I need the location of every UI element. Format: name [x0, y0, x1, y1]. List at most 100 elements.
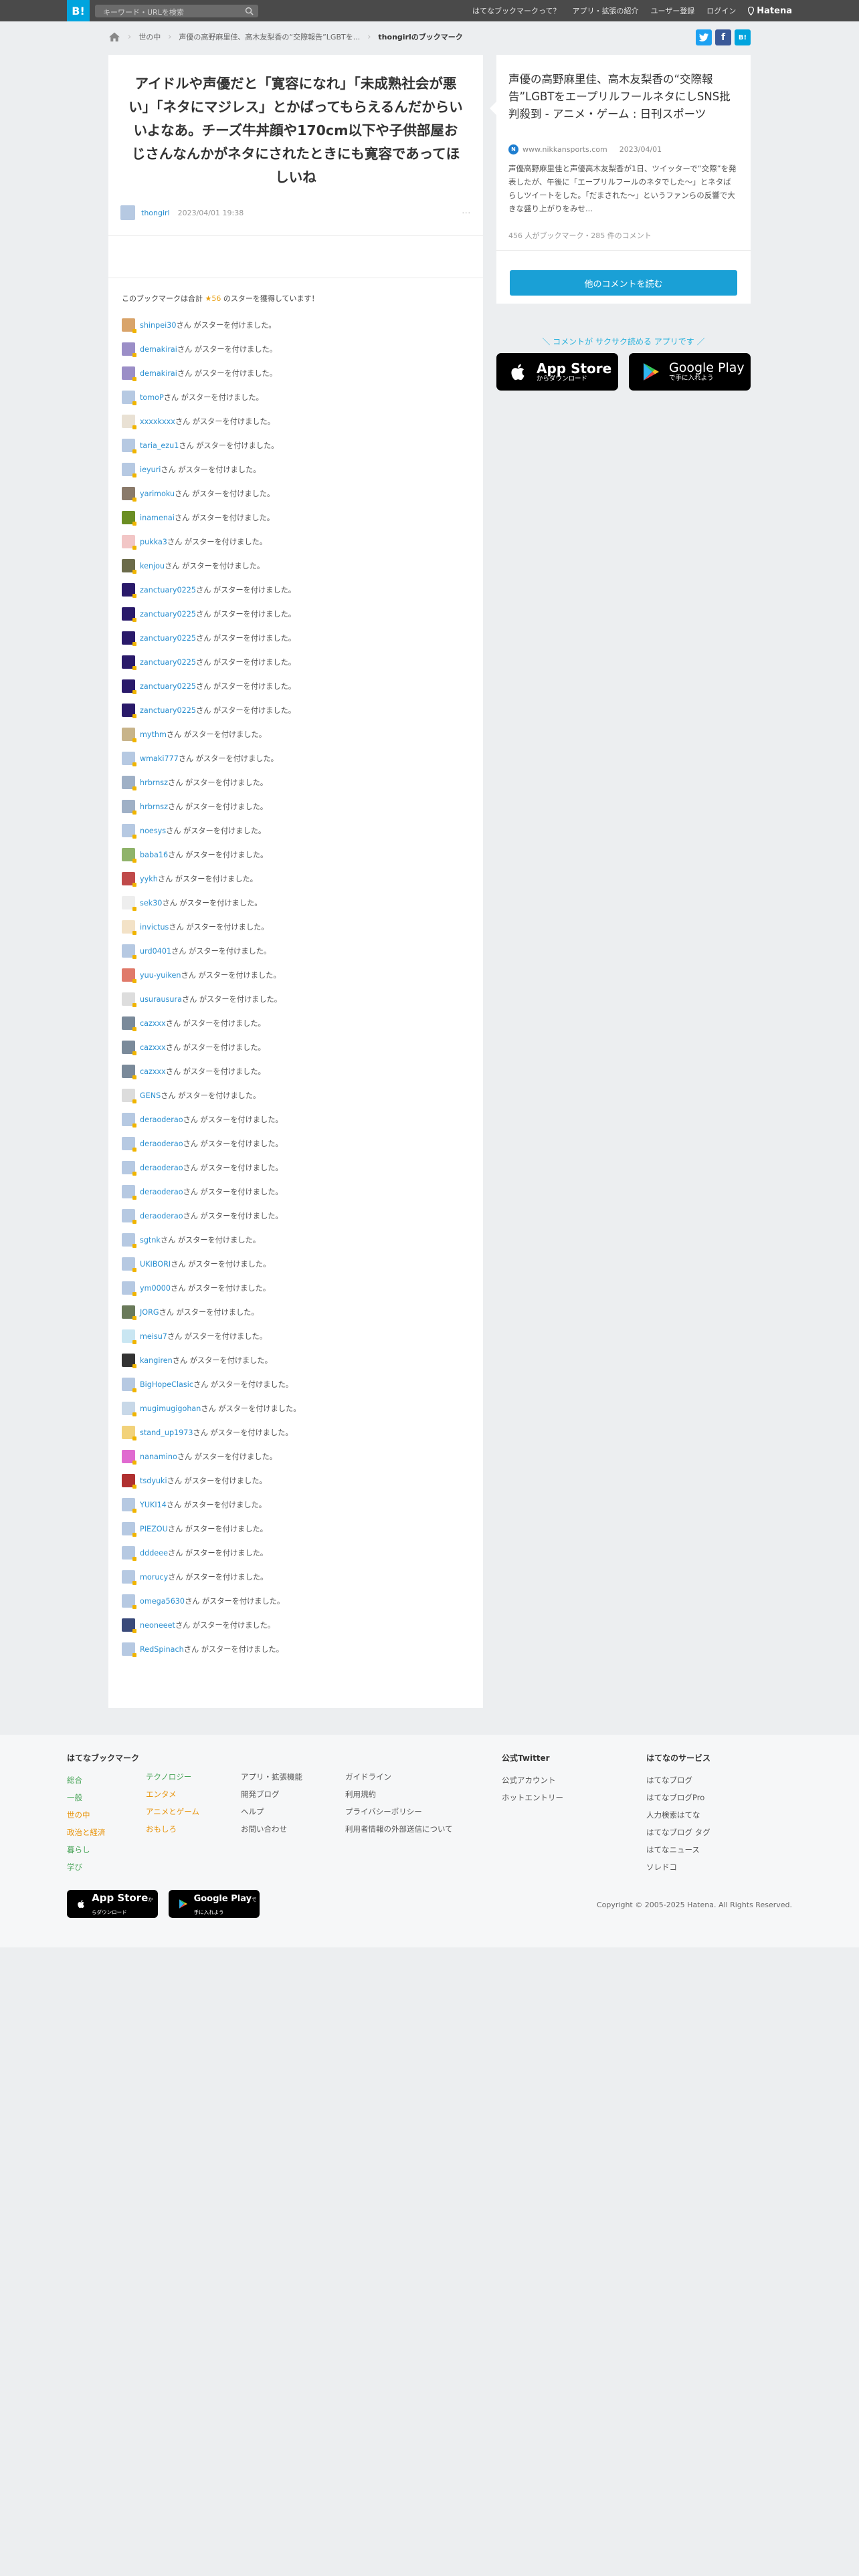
star-user-link[interactable]: deraoderao — [140, 1140, 183, 1148]
avatar[interactable] — [122, 824, 136, 839]
star-user-link[interactable]: urd0401 — [140, 947, 171, 956]
footer-link[interactable]: 利用者情報の外部送信について — [345, 1820, 453, 1838]
star-user-link[interactable]: yuu-yuiken — [140, 971, 181, 980]
star-user-link[interactable]: JORG — [140, 1308, 159, 1317]
avatar[interactable] — [122, 1426, 136, 1440]
avatar[interactable] — [122, 1041, 136, 1055]
avatar[interactable] — [122, 655, 136, 670]
avatar[interactable] — [122, 800, 136, 815]
avatar[interactable] — [122, 1137, 136, 1152]
star-user-link[interactable]: zanctuary0225 — [140, 682, 196, 691]
avatar[interactable] — [122, 992, 136, 1007]
twitter-share-icon[interactable] — [696, 29, 712, 45]
avatar[interactable] — [122, 1209, 136, 1224]
footer-link[interactable]: プライバシーポリシー — [345, 1803, 453, 1820]
footer-link[interactable]: はてなブログ — [646, 1772, 710, 1789]
avatar[interactable] — [122, 1618, 136, 1633]
nav-about[interactable]: はてなブックマークって？ — [472, 5, 560, 16]
avatar[interactable] — [122, 391, 136, 405]
footer-link[interactable]: はてなニュース — [646, 1841, 710, 1858]
avatar[interactable] — [122, 776, 136, 790]
avatar[interactable] — [122, 896, 136, 911]
avatar[interactable] — [122, 607, 136, 622]
footer-link[interactable]: 政治と経済 — [67, 1824, 139, 1841]
avatar[interactable] — [122, 1498, 136, 1513]
footer-link[interactable]: おもしろ — [146, 1820, 199, 1838]
avatar[interactable] — [122, 1305, 136, 1320]
avatar[interactable] — [122, 704, 136, 718]
avatar[interactable] — [122, 366, 136, 381]
footer-link[interactable]: 公式アカウント — [502, 1772, 563, 1789]
star-user-link[interactable]: usurausura — [140, 995, 182, 1004]
footer-google-play-badge[interactable]: Google Playで手に入れよう — [169, 1890, 260, 1918]
star-user-link[interactable]: shinpei30 — [140, 321, 176, 330]
avatar[interactable] — [122, 1378, 136, 1392]
star-user-link[interactable]: ieyuri — [140, 465, 161, 474]
entry-title[interactable]: 声優の高野麻里佳、高木友梨香の“交際報告”LGBTをエープリルフールネタにしSN… — [496, 55, 751, 140]
star-user-link[interactable]: demakirai — [140, 345, 177, 354]
star-user-link[interactable]: tsdyuki — [140, 1477, 167, 1485]
avatar[interactable] — [122, 848, 136, 863]
home-icon[interactable] — [108, 31, 120, 42]
footer-link[interactable]: ヘルプ — [241, 1803, 302, 1820]
star-user-link[interactable]: zanctuary0225 — [140, 634, 196, 643]
star-user-link[interactable]: wmaki777 — [140, 754, 179, 763]
avatar[interactable] — [122, 463, 136, 477]
avatar[interactable] — [122, 511, 136, 526]
avatar[interactable] — [122, 1016, 136, 1031]
star-user-link[interactable]: sgtnk — [140, 1236, 161, 1245]
star-user-link[interactable]: kenjou — [140, 562, 165, 570]
star-user-link[interactable]: yarimoku — [140, 490, 175, 498]
footer-link[interactable]: 人力検索はてな — [646, 1806, 710, 1824]
nav-register[interactable]: ユーザー登録 — [651, 5, 695, 16]
star-user-link[interactable]: zanctuary0225 — [140, 610, 196, 619]
star-user-link[interactable]: taria_ezu1 — [140, 441, 179, 450]
hatena-bookmark-logo[interactable]: B! — [67, 0, 90, 21]
avatar[interactable] — [120, 205, 135, 220]
star-user-link[interactable]: kangiren — [140, 1356, 173, 1365]
avatar[interactable] — [122, 1257, 136, 1272]
footer-link[interactable]: テクノロジー — [146, 1768, 199, 1786]
footer-link[interactable]: ホットエントリー — [502, 1789, 563, 1806]
avatar[interactable] — [122, 728, 136, 742]
footer-link[interactable]: ソレドコ — [646, 1858, 710, 1876]
star-user-link[interactable]: hrbrnsz — [140, 802, 168, 811]
avatar[interactable] — [122, 1065, 136, 1079]
more-menu-button[interactable]: ··· — [462, 209, 472, 217]
google-play-badge[interactable]: Google Play で手に入れよう — [629, 353, 751, 391]
avatar[interactable] — [122, 631, 136, 646]
avatar[interactable] — [122, 342, 136, 357]
star-user-link[interactable]: YUKI14 — [140, 1501, 167, 1509]
user-link[interactable]: thongirl — [141, 209, 170, 217]
avatar[interactable] — [122, 1570, 136, 1585]
star-user-link[interactable]: zanctuary0225 — [140, 658, 196, 667]
avatar[interactable] — [122, 1185, 136, 1200]
avatar[interactable] — [122, 968, 136, 983]
hatena-brand[interactable]: Hatena — [748, 6, 792, 16]
star-user-link[interactable]: stand_up1973 — [140, 1428, 193, 1437]
search-icon[interactable] — [245, 7, 254, 15]
star-user-link[interactable]: deraoderao — [140, 1212, 183, 1220]
footer-link[interactable]: 一般 — [67, 1789, 139, 1806]
star-user-link[interactable]: morucy — [140, 1573, 168, 1582]
footer-link[interactable]: はてなブログPro — [646, 1789, 710, 1806]
avatar[interactable] — [122, 1402, 136, 1416]
footer-link[interactable]: エンタメ — [146, 1786, 199, 1803]
star-user-link[interactable]: meisu7 — [140, 1332, 167, 1341]
star-user-link[interactable]: cazxxx — [140, 1019, 166, 1028]
avatar[interactable] — [122, 583, 136, 598]
star-user-link[interactable]: PIEZOU — [140, 1525, 168, 1533]
footer-link[interactable]: はてなブログ タグ — [646, 1824, 710, 1841]
star-user-link[interactable]: zanctuary0225 — [140, 706, 196, 715]
star-user-link[interactable]: hrbrnsz — [140, 778, 168, 787]
star-user-link[interactable]: omega5630 — [140, 1597, 185, 1606]
avatar[interactable] — [122, 1642, 136, 1657]
avatar[interactable] — [122, 679, 136, 694]
avatar[interactable] — [122, 872, 136, 887]
star-user-link[interactable]: cazxxx — [140, 1067, 166, 1076]
avatar[interactable] — [122, 1354, 136, 1368]
breadcrumb-entry[interactable]: 声優の高野麻里佳、高木友梨香の“交際報告”LGBTを... — [179, 31, 360, 42]
avatar[interactable] — [122, 1089, 136, 1103]
star-user-link[interactable]: RedSpinach — [140, 1645, 184, 1654]
avatar[interactable] — [122, 1474, 136, 1489]
